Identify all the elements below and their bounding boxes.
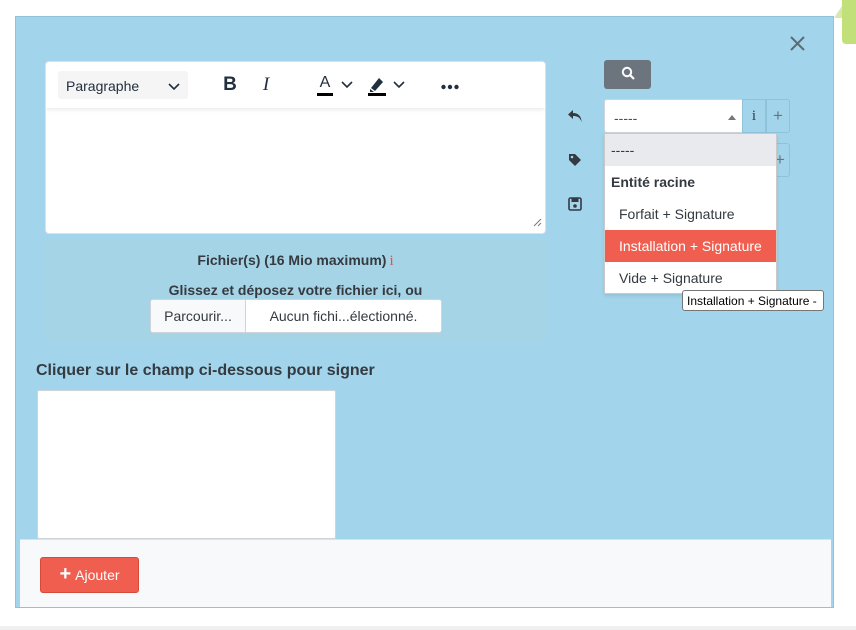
info-icon: i xyxy=(751,107,757,124)
upload-title: Fichier(s) (16 Mio maximum) i xyxy=(197,252,394,269)
template-add-button[interactable]: + xyxy=(766,99,790,133)
file-input[interactable]: Parcourir... Aucun fichi...électionné. xyxy=(150,299,442,333)
modal-dialog: Paragraphe B I A Fichier(s) (16 Mio maxi… xyxy=(15,16,834,608)
caret-up-icon xyxy=(728,115,736,120)
tag-icon[interactable] xyxy=(566,151,584,169)
add-button[interactable]: + Ajouter xyxy=(40,557,139,593)
resize-handle-icon[interactable] xyxy=(532,214,542,230)
dropdown-group-label: Entité racine xyxy=(611,174,696,190)
block-format-value: Paragraphe xyxy=(66,78,140,94)
save-icon[interactable] xyxy=(566,195,584,213)
block-format-select[interactable]: Paragraphe xyxy=(58,71,188,99)
template-dropdown: ----- Entité racine Forfait + Signature … xyxy=(604,133,777,294)
rich-text-editor[interactable]: Paragraphe B I A xyxy=(45,61,546,234)
more-button[interactable] xyxy=(438,74,462,96)
template-select[interactable]: ----- xyxy=(604,99,743,133)
dropdown-option[interactable]: Forfait + Signature xyxy=(605,198,776,230)
file-dropzone[interactable]: Fichier(s) (16 Mio maximum) i Glissez et … xyxy=(45,239,546,341)
italic-icon: I xyxy=(262,74,270,95)
bold-button[interactable]: B xyxy=(220,74,240,96)
bold-icon: B xyxy=(223,74,237,95)
signature-label: Cliquer sur le champ ci-dessous pour sig… xyxy=(36,362,375,379)
modal-footer: + Ajouter xyxy=(20,539,831,607)
dropdown-option[interactable]: Installation + Signature xyxy=(605,230,776,262)
dropdown-option[interactable]: ----- xyxy=(605,134,776,166)
chevron-down-icon xyxy=(393,77,405,93)
chevron-down-icon xyxy=(168,79,180,95)
option-tooltip: Installation + Signature - xyxy=(682,290,824,311)
highlight-icon xyxy=(367,74,387,96)
template-select-value: ----- xyxy=(614,110,638,126)
side-tab[interactable] xyxy=(842,0,856,44)
editor-toolbar: Paragraphe B I A xyxy=(46,62,545,108)
chevron-down-icon xyxy=(341,77,353,93)
italic-button[interactable]: I xyxy=(256,74,276,96)
signature-pad[interactable] xyxy=(37,390,336,539)
page-bottom-strip xyxy=(0,626,856,630)
plus-icon: + xyxy=(59,563,72,585)
search-button[interactable] xyxy=(604,60,651,89)
undo-icon[interactable] xyxy=(566,107,584,125)
search-icon xyxy=(621,66,635,83)
drop-hint: Glissez et déposez votre fichier ici, ou xyxy=(168,282,423,298)
add-button-label: Ajouter xyxy=(75,567,120,583)
info-icon[interactable]: i xyxy=(389,253,393,269)
template-info-button[interactable]: i xyxy=(742,99,766,133)
side-tab-corner xyxy=(834,6,842,18)
close-icon[interactable] xyxy=(787,33,809,55)
more-icon xyxy=(441,77,459,93)
text-color-button[interactable]: A xyxy=(312,74,356,96)
highlight-button[interactable] xyxy=(364,74,408,96)
browse-button[interactable]: Parcourir... xyxy=(151,300,246,332)
text-color-icon: A xyxy=(315,74,335,96)
plus-icon: + xyxy=(773,106,783,125)
file-name-label: Aucun fichi...électionné. xyxy=(269,308,418,324)
